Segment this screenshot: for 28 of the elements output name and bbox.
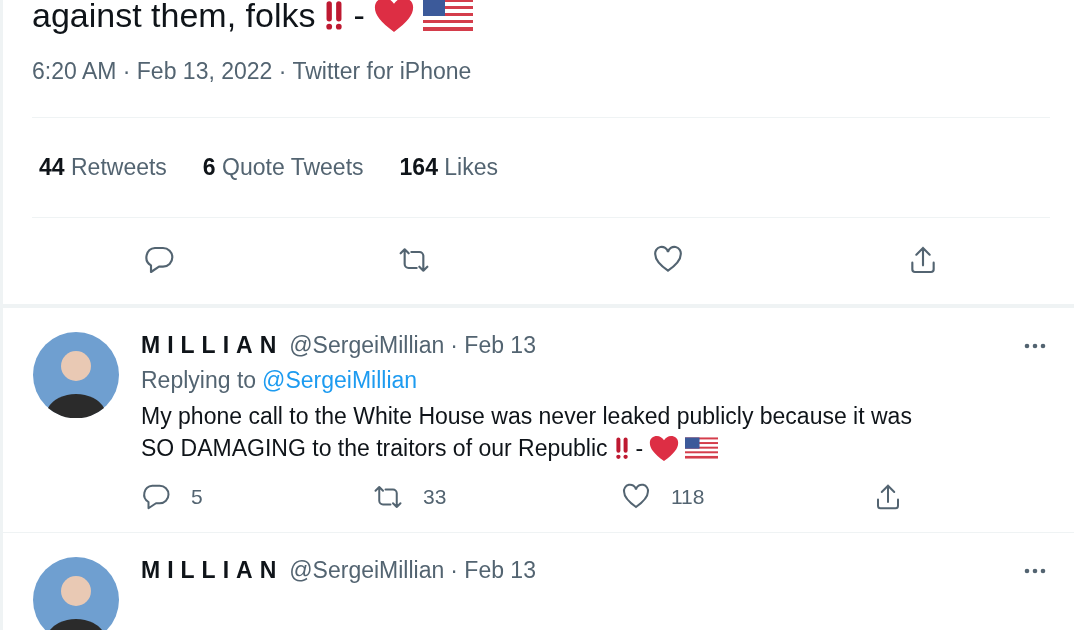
display-name[interactable]: MILLIAN [141, 557, 284, 584]
retweet-count: 33 [423, 485, 447, 509]
tweet-date[interactable]: · Feb 13 [450, 332, 536, 359]
stat-link[interactable]: 6 Quote Tweets [202, 154, 364, 181]
reply-text-line: SO DAMAGING to the traitors of our Republic [141, 434, 608, 463]
tweet-timestamp: 6:20 AM · Feb 13, 2022 · Twitter for iPhone [32, 36, 1050, 118]
double-exclamation-icon [613, 436, 630, 460]
reply-icon[interactable] [143, 244, 176, 276]
avatar-silhouette[interactable] [33, 332, 119, 418]
stat-link[interactable]: 44 Retweets [39, 154, 167, 181]
reply-count: 5 [191, 485, 203, 509]
display-name[interactable]: MILLIAN [141, 332, 284, 359]
replying-label: Replying to [141, 367, 257, 394]
dash-text: - [353, 0, 365, 35]
user-handle[interactable]: @SergeiMillian [289, 557, 445, 584]
tweet-text: against them, folks [32, 0, 316, 35]
stat-link[interactable]: 164 Likes [399, 154, 498, 181]
flag-icon [685, 437, 719, 459]
dash-text: - [635, 434, 644, 463]
heart-icon [372, 0, 415, 33]
reply-icon[interactable] [141, 482, 171, 512]
user-handle[interactable]: @SergeiMillian [289, 332, 445, 359]
like-count: 118 [671, 485, 705, 509]
avatar-silhouette[interactable] [33, 557, 119, 630]
reply-text-line: My phone call to the White House was never leaked publicly because it was [141, 402, 913, 431]
tweet-date[interactable]: · Feb 13 [450, 557, 536, 584]
flag-icon [422, 0, 473, 31]
heart-icon [649, 434, 680, 462]
